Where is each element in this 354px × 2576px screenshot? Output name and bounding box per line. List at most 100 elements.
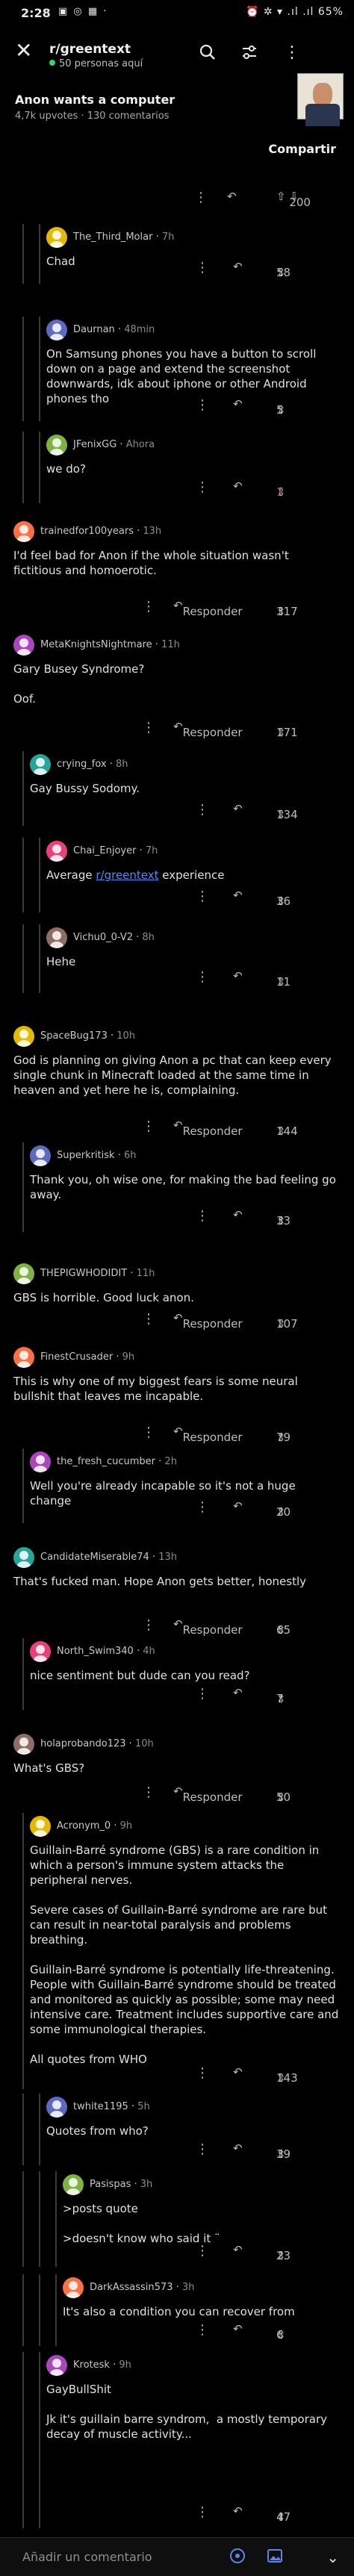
more-icon[interactable]: ⋮	[142, 1617, 156, 1633]
username[interactable]: Daurnan	[73, 324, 115, 335]
avatar[interactable]	[13, 1026, 34, 1047]
reply-button[interactable]: ↶ Responder	[173, 1311, 243, 1331]
more-icon[interactable]: ⋮	[142, 1119, 156, 1134]
comment-author[interactable]: Vichu0_0-V2 · 8h	[73, 932, 155, 943]
downvote-icon[interactable]: ⇩	[276, 403, 286, 417]
downvote-icon[interactable]: ⇩	[276, 1124, 286, 1138]
reply-button[interactable]: ↶ Responder	[173, 1119, 243, 1138]
avatar[interactable]	[46, 927, 67, 948]
comment-author[interactable]: Superkritisk · 6h	[57, 1150, 137, 1161]
reply-button[interactable]: ↶ Responder	[173, 720, 243, 739]
reply-icon[interactable]: ↶	[233, 889, 243, 902]
downvote-icon[interactable]: ⇩	[276, 808, 286, 821]
share-button[interactable]: Compartir	[268, 142, 336, 156]
downvote-icon[interactable]: ⇩	[276, 1317, 286, 1331]
comment-author[interactable]: holaprobando123 · 10h	[40, 1738, 154, 1749]
avatar[interactable]	[30, 1641, 51, 1662]
comment-author[interactable]: Pasispas · 3h	[90, 2179, 152, 2190]
downvote-icon[interactable]: ⇩	[276, 1791, 286, 1804]
avatar[interactable]	[13, 635, 34, 656]
comment-author[interactable]: crying_fox · 8h	[57, 759, 128, 770]
downvote-icon[interactable]: ⇩	[276, 726, 286, 739]
subreddit-link[interactable]: r/greentext	[96, 868, 158, 882]
image-icon[interactable]	[266, 2547, 284, 2569]
username[interactable]: FinestCrusader	[40, 1351, 113, 1363]
more-icon[interactable]: ⋮	[196, 2504, 210, 2520]
username[interactable]: The_Third_Molar	[73, 231, 152, 243]
comment-input[interactable]: Añadir un comentario	[22, 2550, 152, 2564]
gif-icon[interactable]	[229, 2547, 246, 2569]
downvote-icon[interactable]: ⇩	[276, 975, 286, 989]
avatar[interactable]	[63, 2277, 84, 2298]
username[interactable]: Superkritisk	[57, 1150, 115, 1161]
avatar[interactable]	[46, 435, 67, 455]
reply-button[interactable]: ↶ Responder	[173, 1617, 243, 1637]
username[interactable]: twhite1195	[73, 2101, 128, 2112]
avatar[interactable]	[13, 1347, 34, 1368]
more-icon[interactable]: ⋮	[196, 1686, 210, 1702]
comment-author[interactable]: twhite1195 · 5h	[73, 2101, 150, 2112]
comment-author[interactable]: Krotesk · 9h	[73, 2359, 131, 2371]
more-icon[interactable]: ⋮	[196, 260, 210, 276]
comment-author[interactable]: Chai_Enjoyer · 7h	[73, 845, 158, 856]
username[interactable]: Vichu0_0-V2	[73, 932, 133, 943]
more-icon[interactable]: ⋮	[142, 1785, 156, 1800]
comment-author[interactable]: MetaKnightsNightmare · 11h	[40, 639, 180, 650]
subreddit-name[interactable]: r/greentext	[49, 42, 131, 57]
comment-author[interactable]: trainedfor100years · 13h	[40, 526, 161, 537]
vote-control[interactable]: ⇧ 200 ⇩	[276, 190, 311, 209]
avatar[interactable]	[30, 1145, 51, 1166]
reply-icon[interactable]: ↶	[233, 1208, 243, 1222]
search-icon[interactable]	[199, 43, 217, 66]
downvote-icon[interactable]: ⇩	[276, 1214, 286, 1228]
sort-icon[interactable]	[240, 43, 258, 66]
comment-author[interactable]: CandidateMiserable74 · 13h	[40, 1552, 177, 1563]
downvote-icon[interactable]: ⇩	[276, 895, 286, 908]
username[interactable]: the_fresh_cucumber	[57, 1456, 155, 1467]
comment-author[interactable]: The_Third_Molar · 7h	[73, 231, 174, 243]
comment-author[interactable]: FinestCrusader · 9h	[40, 1351, 134, 1363]
reply-icon[interactable]: ↶	[233, 1499, 243, 1513]
username[interactable]: crying_fox	[57, 759, 107, 770]
more-icon[interactable]: ⋮	[196, 2141, 210, 2157]
downvote-icon[interactable]: ⇩	[276, 485, 286, 499]
comment-author[interactable]: DarkAssassin573 · 3h	[90, 2282, 194, 2293]
more-icon[interactable]: ⋮	[142, 1425, 156, 1440]
comment-author[interactable]: North_Swim340 · 4h	[57, 1646, 155, 1657]
more-icon[interactable]: ⋮	[196, 2243, 210, 2259]
username[interactable]: trainedfor100years	[40, 526, 134, 537]
downvote-icon[interactable]: ⇩	[276, 1431, 286, 1444]
reply-icon[interactable]: ↶	[233, 802, 243, 815]
avatar[interactable]	[46, 227, 67, 248]
downvote-icon[interactable]: ⇩	[276, 2328, 286, 2342]
post-title[interactable]: Anon wants a computer	[15, 93, 175, 107]
reply-icon[interactable]: ↶	[233, 479, 243, 493]
avatar[interactable]	[30, 1452, 51, 1472]
more-icon[interactable]: ⋮	[196, 1208, 210, 1224]
avatar[interactable]	[46, 841, 67, 862]
more-options-icon[interactable]: ⋮	[284, 43, 300, 62]
username[interactable]: holaprobando123	[40, 1738, 126, 1749]
avatar[interactable]	[46, 320, 67, 340]
reply-button[interactable]: ↶ Responder	[173, 1425, 243, 1444]
reply-icon[interactable]: ↶	[233, 2504, 243, 2518]
reply-icon[interactable]: ↶	[233, 969, 243, 983]
downvote-icon[interactable]: ⇩	[276, 2249, 286, 2262]
reply-icon[interactable]: ↶	[233, 2243, 243, 2256]
avatar[interactable]	[13, 1547, 34, 1568]
reply-icon[interactable]: ↶	[233, 2322, 243, 2336]
more-icon[interactable]: ⋮	[142, 1311, 156, 1327]
username[interactable]: Krotesk	[73, 2359, 110, 2371]
username[interactable]: THEPIGWHODIDIT	[40, 1268, 127, 1279]
close-icon[interactable]: ✕	[15, 40, 32, 61]
reply-button[interactable]: ↶ Responder	[173, 1785, 243, 1804]
reply-icon[interactable]: ↶	[233, 2065, 243, 2079]
more-icon[interactable]: ⋮	[142, 599, 156, 615]
thread-line[interactable]	[22, 1813, 24, 2089]
reply-button[interactable]: ↶ Responder	[173, 599, 243, 618]
downvote-icon[interactable]: ⇩	[276, 1505, 286, 1519]
avatar[interactable]	[30, 754, 51, 775]
username[interactable]: SpaceBug173	[40, 1030, 108, 1042]
more-icon[interactable]: ⋮	[196, 1499, 210, 1515]
reply-icon[interactable]: ↶	[233, 2141, 243, 2155]
